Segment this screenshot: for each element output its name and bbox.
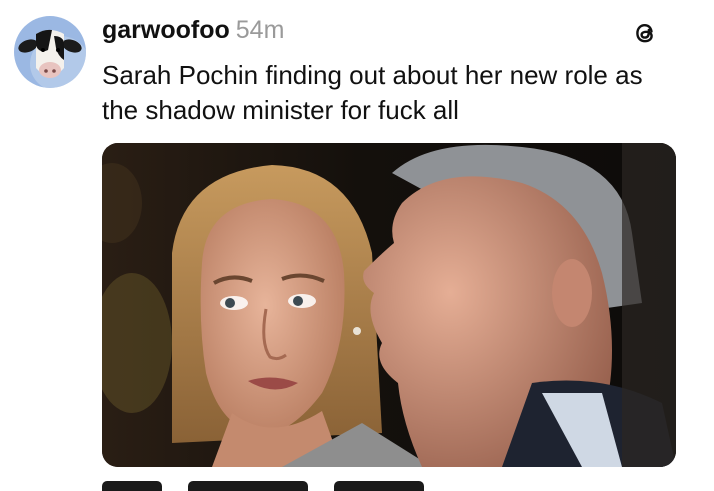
avatar[interactable] xyxy=(14,16,86,88)
post-image[interactable] xyxy=(102,143,676,467)
timestamp[interactable]: 54m xyxy=(236,16,285,45)
post-text: Sarah Pochin finding out about her new r… xyxy=(102,58,702,128)
post-text-line: Sarah Pochin finding out about her new r… xyxy=(102,60,643,90)
post-header: garwoofoo 54m xyxy=(102,16,284,50)
threads-icon[interactable] xyxy=(630,18,660,48)
post-text-line: the shadow minister for fuck all xyxy=(102,95,459,125)
news-photo xyxy=(102,143,676,467)
next-post-text-partial xyxy=(102,481,424,491)
username[interactable]: garwoofoo xyxy=(102,16,230,45)
cow-avatar-icon xyxy=(14,16,86,88)
